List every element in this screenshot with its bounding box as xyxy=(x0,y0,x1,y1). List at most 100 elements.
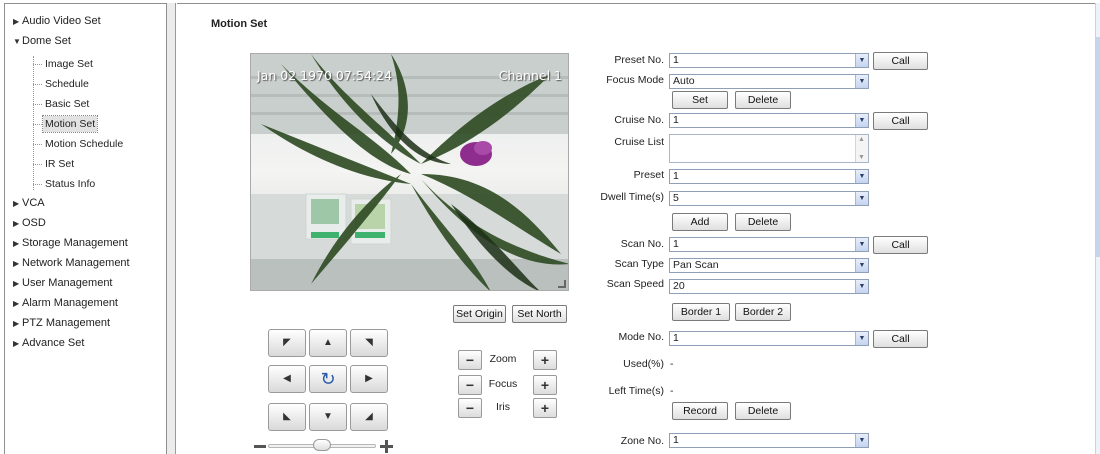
cruise-no-label: Cruise No. xyxy=(614,114,664,126)
expand-arrow-icon: ▶ xyxy=(13,279,20,288)
border-1-button[interactable]: Border 1 xyxy=(672,303,730,321)
cruise-add-button[interactable]: Add xyxy=(672,213,728,231)
menu-alarm-management[interactable]: ▶ Alarm Management xyxy=(13,295,118,311)
select-value: 1 xyxy=(673,332,679,344)
expand-arrow-icon: ▶ xyxy=(13,239,20,248)
arrow-up-icon: ▲ xyxy=(323,337,333,348)
expand-arrow-icon: ▶ xyxy=(13,219,20,228)
chevron-down-icon: ▼ xyxy=(855,192,868,205)
preset-set-button[interactable]: Set xyxy=(672,91,728,109)
ptz-left-button[interactable]: ◀ xyxy=(268,365,306,393)
preset-no-select[interactable]: 1 ▼ xyxy=(669,53,869,68)
menu-schedule[interactable]: Schedule xyxy=(45,76,89,92)
select-value: 5 xyxy=(673,192,679,204)
border-2-button[interactable]: Border 2 xyxy=(735,303,791,321)
record-delete-button[interactable]: Delete xyxy=(735,402,791,420)
ptz-up-right-button[interactable]: ◥ xyxy=(350,329,388,357)
menu-ptz-management[interactable]: ▶ PTZ Management xyxy=(13,315,110,331)
splitter[interactable] xyxy=(167,3,176,454)
select-value: 1 xyxy=(673,114,679,126)
expand-arrow-icon: ▶ xyxy=(13,299,20,308)
minus-icon: − xyxy=(465,377,475,393)
scan-type-label: Scan Type xyxy=(614,258,664,270)
menu-status-info[interactable]: Status Info xyxy=(45,176,95,192)
menu-advance-set[interactable]: ▶ Advance Set xyxy=(13,335,84,351)
dwell-time-label: Dwell Time(s) xyxy=(600,191,664,203)
ptz-up-button[interactable]: ▲ xyxy=(309,329,347,357)
cruise-call-button[interactable]: Call xyxy=(873,112,928,130)
slider-thumb[interactable] xyxy=(313,439,331,451)
cruise-preset-select[interactable]: 1 ▼ xyxy=(669,169,869,184)
scan-type-select[interactable]: Pan Scan ▼ xyxy=(669,258,869,273)
vertical-scrollbar[interactable] xyxy=(1095,3,1100,454)
plus-icon: + xyxy=(540,377,550,393)
focus-near-button[interactable]: − xyxy=(458,375,482,395)
scan-call-button[interactable]: Call xyxy=(873,236,928,254)
menu-basic-set[interactable]: Basic Set xyxy=(45,96,89,112)
arrow-down-right-icon: ◢ xyxy=(365,411,373,422)
scan-no-select[interactable]: 1 ▼ xyxy=(669,237,869,252)
menu-motion-set[interactable]: Motion Set xyxy=(41,115,99,133)
tree-tick xyxy=(33,144,42,145)
expand-arrow-icon: ▶ xyxy=(13,319,20,328)
menu-network-management[interactable]: ▶ Network Management xyxy=(13,255,130,271)
preset-delete-button[interactable]: Delete xyxy=(735,91,791,109)
menu-image-set[interactable]: Image Set xyxy=(45,56,93,72)
menu-vca[interactable]: ▶ VCA xyxy=(13,195,45,211)
ptz-down-button[interactable]: ▼ xyxy=(309,403,347,431)
focus-far-button[interactable]: + xyxy=(533,375,557,395)
scan-no-label: Scan No. xyxy=(620,238,664,250)
menu-ir-set[interactable]: IR Set xyxy=(45,156,74,172)
zoom-out-button[interactable]: − xyxy=(458,350,482,370)
preset-call-button[interactable]: Call xyxy=(873,52,928,70)
scroll-down-icon[interactable]: ▼ xyxy=(858,154,865,161)
minus-icon: − xyxy=(465,352,475,368)
scrollbar-thumb[interactable] xyxy=(1096,37,1100,257)
tree-tick xyxy=(33,64,42,65)
record-button[interactable]: Record xyxy=(672,402,728,420)
cruise-no-select[interactable]: 1 ▼ xyxy=(669,113,869,128)
menu-audio-video-set[interactable]: ▶ Audio Video Set xyxy=(13,13,101,29)
list-scrollbar[interactable]: ▲ ▼ xyxy=(855,135,868,162)
select-value: Pan Scan xyxy=(673,259,719,271)
slider-minus-icon[interactable] xyxy=(254,445,266,448)
live-video-view[interactable]: Jan 02 1970 07:54:24 Channel 1 xyxy=(250,53,569,291)
cruise-delete-button[interactable]: Delete xyxy=(735,213,791,231)
scan-speed-label: Scan Speed xyxy=(606,278,664,290)
zoom-in-button[interactable]: + xyxy=(533,350,557,370)
set-origin-button[interactable]: Set Origin xyxy=(453,305,506,323)
menu-dome-set[interactable]: ▼Dome Set xyxy=(13,33,71,49)
mode-call-button[interactable]: Call xyxy=(873,330,928,348)
preset-no-label: Preset No. xyxy=(614,54,664,66)
ptz-right-button[interactable]: ▶ xyxy=(350,365,388,393)
collapse-arrow-icon: ▼ xyxy=(13,37,21,46)
menu-osd[interactable]: ▶ OSD xyxy=(13,215,46,231)
menu-label: Alarm Management xyxy=(22,297,118,309)
ptz-down-right-button[interactable]: ◢ xyxy=(350,403,388,431)
focus-mode-select[interactable]: Auto ▼ xyxy=(669,74,869,89)
scan-speed-select[interactable]: 20 ▼ xyxy=(669,279,869,294)
resize-grip-icon[interactable] xyxy=(558,280,566,288)
sidebar-menu: ▶ Audio Video Set ▼Dome Set Image Set Sch… xyxy=(4,3,167,454)
menu-label: OSD xyxy=(22,217,46,229)
used-label: Used(%) xyxy=(623,358,664,370)
iris-open-button[interactable]: + xyxy=(533,398,557,418)
cruise-list-box[interactable]: ▲ ▼ xyxy=(669,134,869,163)
iris-close-button[interactable]: − xyxy=(458,398,482,418)
arrow-up-left-icon: ◤ xyxy=(283,337,291,348)
ptz-up-left-button[interactable]: ◤ xyxy=(268,329,306,357)
tree-tick xyxy=(33,104,42,105)
ptz-auto-rotate-button[interactable]: ↻ xyxy=(309,365,347,393)
dwell-time-select[interactable]: 5 ▼ xyxy=(669,191,869,206)
menu-storage-management[interactable]: ▶ Storage Management xyxy=(13,235,128,251)
scroll-up-icon[interactable]: ▲ xyxy=(858,136,865,143)
set-north-button[interactable]: Set North xyxy=(512,305,567,323)
menu-motion-schedule[interactable]: Motion Schedule xyxy=(45,136,123,152)
menu-user-management[interactable]: ▶ User Management xyxy=(13,275,113,291)
mode-no-select[interactable]: 1 ▼ xyxy=(669,331,869,346)
used-value: - xyxy=(670,358,674,370)
plus-icon: + xyxy=(540,400,550,416)
ptz-down-left-button[interactable]: ◣ xyxy=(268,403,306,431)
zone-no-select[interactable]: 1 ▼ xyxy=(669,433,869,448)
focus-mode-label: Focus Mode xyxy=(606,74,664,86)
